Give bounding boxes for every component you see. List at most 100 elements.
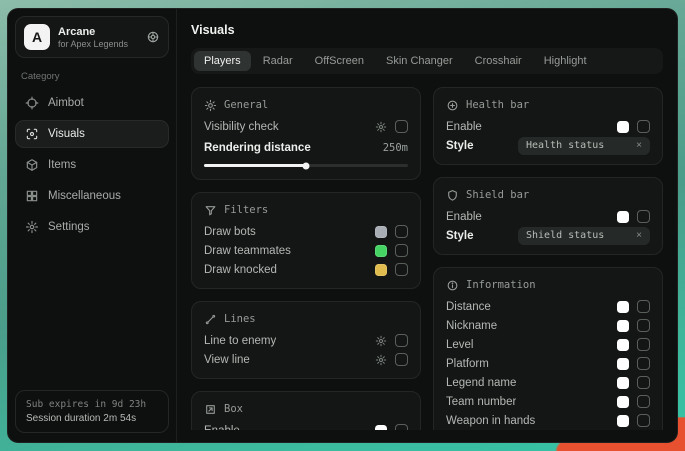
color-swatch[interactable] <box>617 301 629 313</box>
row-label: Draw knocked <box>204 264 277 276</box>
card-header: Health bar <box>446 97 650 113</box>
card-header: Lines <box>204 311 408 327</box>
row-label: Line to enemy <box>204 335 276 347</box>
card-header: General <box>204 97 408 113</box>
checkbox[interactable] <box>637 300 650 313</box>
checkbox[interactable] <box>637 210 650 223</box>
page-title: Visuals <box>191 23 663 37</box>
checkbox[interactable] <box>395 120 408 133</box>
sidebar-item-settings[interactable]: Settings <box>15 213 169 241</box>
row-settings-gear-icon[interactable] <box>375 335 387 347</box>
row-settings-gear-icon[interactable] <box>375 121 387 133</box>
tab-skin-changer[interactable]: Skin Changer <box>376 51 463 71</box>
setting-row: Platform <box>446 354 650 373</box>
slider-label-row: Rendering distance250m <box>204 138 408 157</box>
row-label: Draw bots <box>204 226 256 238</box>
checkbox[interactable] <box>395 263 408 276</box>
row-label: Rendering distance <box>204 142 311 154</box>
brand-text: Arcane for Apex Legends <box>58 26 128 49</box>
row-label: Enable <box>446 121 482 133</box>
color-swatch[interactable] <box>375 245 387 257</box>
package-icon <box>25 158 39 172</box>
category-label: Category <box>21 71 163 82</box>
dropdown-value: Shield status <box>526 230 604 241</box>
tab-highlight[interactable]: Highlight <box>534 51 597 71</box>
color-swatch[interactable] <box>617 358 629 370</box>
color-swatch[interactable] <box>375 425 387 431</box>
slider-thumb[interactable] <box>303 162 310 169</box>
setting-row: View line <box>204 350 408 369</box>
style-dropdown[interactable]: Shield status × <box>518 227 650 245</box>
row-label: Weapon in hands <box>446 415 535 427</box>
scan-eye-icon <box>25 127 39 141</box>
setting-row: Distance <box>446 297 650 316</box>
target-icon[interactable] <box>146 30 160 44</box>
session-duration-text: Session duration 2m 54s <box>26 413 158 424</box>
setting-row: Legend name <box>446 373 650 392</box>
color-swatch[interactable] <box>617 121 629 133</box>
checkbox[interactable] <box>395 225 408 238</box>
tab-players[interactable]: Players <box>194 51 251 71</box>
color-swatch[interactable] <box>617 339 629 351</box>
color-swatch[interactable] <box>617 320 629 332</box>
desktop-background: A Arcane for Apex Legends Category Aimbo… <box>0 0 685 451</box>
row-controls <box>375 334 408 347</box>
card-lines: Lines Line to enemy View line <box>191 301 421 379</box>
checkbox[interactable] <box>395 334 408 347</box>
checkbox[interactable] <box>395 244 408 257</box>
color-swatch[interactable] <box>617 377 629 389</box>
sidebar-item-visuals[interactable]: Visuals <box>15 120 169 148</box>
sidebar-item-items[interactable]: Items <box>15 151 169 179</box>
dropdown-clear-icon[interactable]: × <box>636 141 642 151</box>
settings-grid: GeneralVisibility checkRendering distanc… <box>191 87 663 430</box>
card-title: Shield bar <box>466 189 529 201</box>
color-swatch[interactable] <box>375 226 387 238</box>
card-box: BoxEnableEnable background <box>191 391 421 430</box>
row-label: Enable <box>446 211 482 223</box>
style-dropdown[interactable]: Health status× <box>518 137 650 155</box>
line-icon <box>204 313 217 326</box>
setting-row: Team number <box>446 392 650 411</box>
sidebar-item-miscellaneous[interactable]: Miscellaneous <box>15 182 169 210</box>
tab-offscreen[interactable]: OffScreen <box>305 51 374 71</box>
color-swatch[interactable] <box>617 211 629 223</box>
color-swatch[interactable] <box>375 264 387 276</box>
sidebar-item-aimbot[interactable]: Aimbot <box>15 89 169 117</box>
color-swatch[interactable] <box>617 415 629 427</box>
row-settings-gear-icon[interactable] <box>375 354 387 366</box>
row-controls <box>375 353 408 366</box>
crosshair-icon <box>25 96 39 110</box>
setting-row: Enable <box>446 117 650 136</box>
checkbox[interactable] <box>637 414 650 427</box>
row-controls <box>375 263 408 276</box>
checkbox[interactable] <box>637 120 650 133</box>
row-controls <box>375 244 408 257</box>
tab-radar[interactable]: Radar <box>253 51 303 71</box>
slider-track[interactable] <box>204 164 408 167</box>
card-information: InformationDistanceNicknameLevelPlatform… <box>433 267 663 430</box>
checkbox[interactable] <box>637 338 650 351</box>
card-header: Shield bar <box>446 187 650 203</box>
box-icon <box>204 403 217 416</box>
checkbox[interactable] <box>637 357 650 370</box>
card-header: Filters <box>204 202 408 218</box>
checkbox[interactable] <box>637 319 650 332</box>
card-title: Box <box>224 403 243 415</box>
row-controls <box>617 357 650 370</box>
row-controls <box>617 338 650 351</box>
checkbox[interactable] <box>637 376 650 389</box>
color-swatch[interactable] <box>617 396 629 408</box>
tab-crosshair[interactable]: Crosshair <box>465 51 532 71</box>
dropdown-clear-icon[interactable]: × <box>636 231 642 241</box>
sidebar-nav: Aimbot Visuals Items Miscellaneous Settings <box>15 89 169 241</box>
row-label: Style <box>446 140 474 152</box>
checkbox[interactable] <box>395 424 408 430</box>
sidebar-item-label: Visuals <box>48 128 85 140</box>
shield-icon <box>446 189 459 202</box>
card-header: Information <box>446 277 650 293</box>
checkbox[interactable] <box>637 395 650 408</box>
sidebar: A Arcane for Apex Legends Category Aimbo… <box>8 9 177 442</box>
row-label: Nickname <box>446 320 497 332</box>
brand-card: A Arcane for Apex Legends <box>15 16 169 58</box>
checkbox[interactable] <box>395 353 408 366</box>
